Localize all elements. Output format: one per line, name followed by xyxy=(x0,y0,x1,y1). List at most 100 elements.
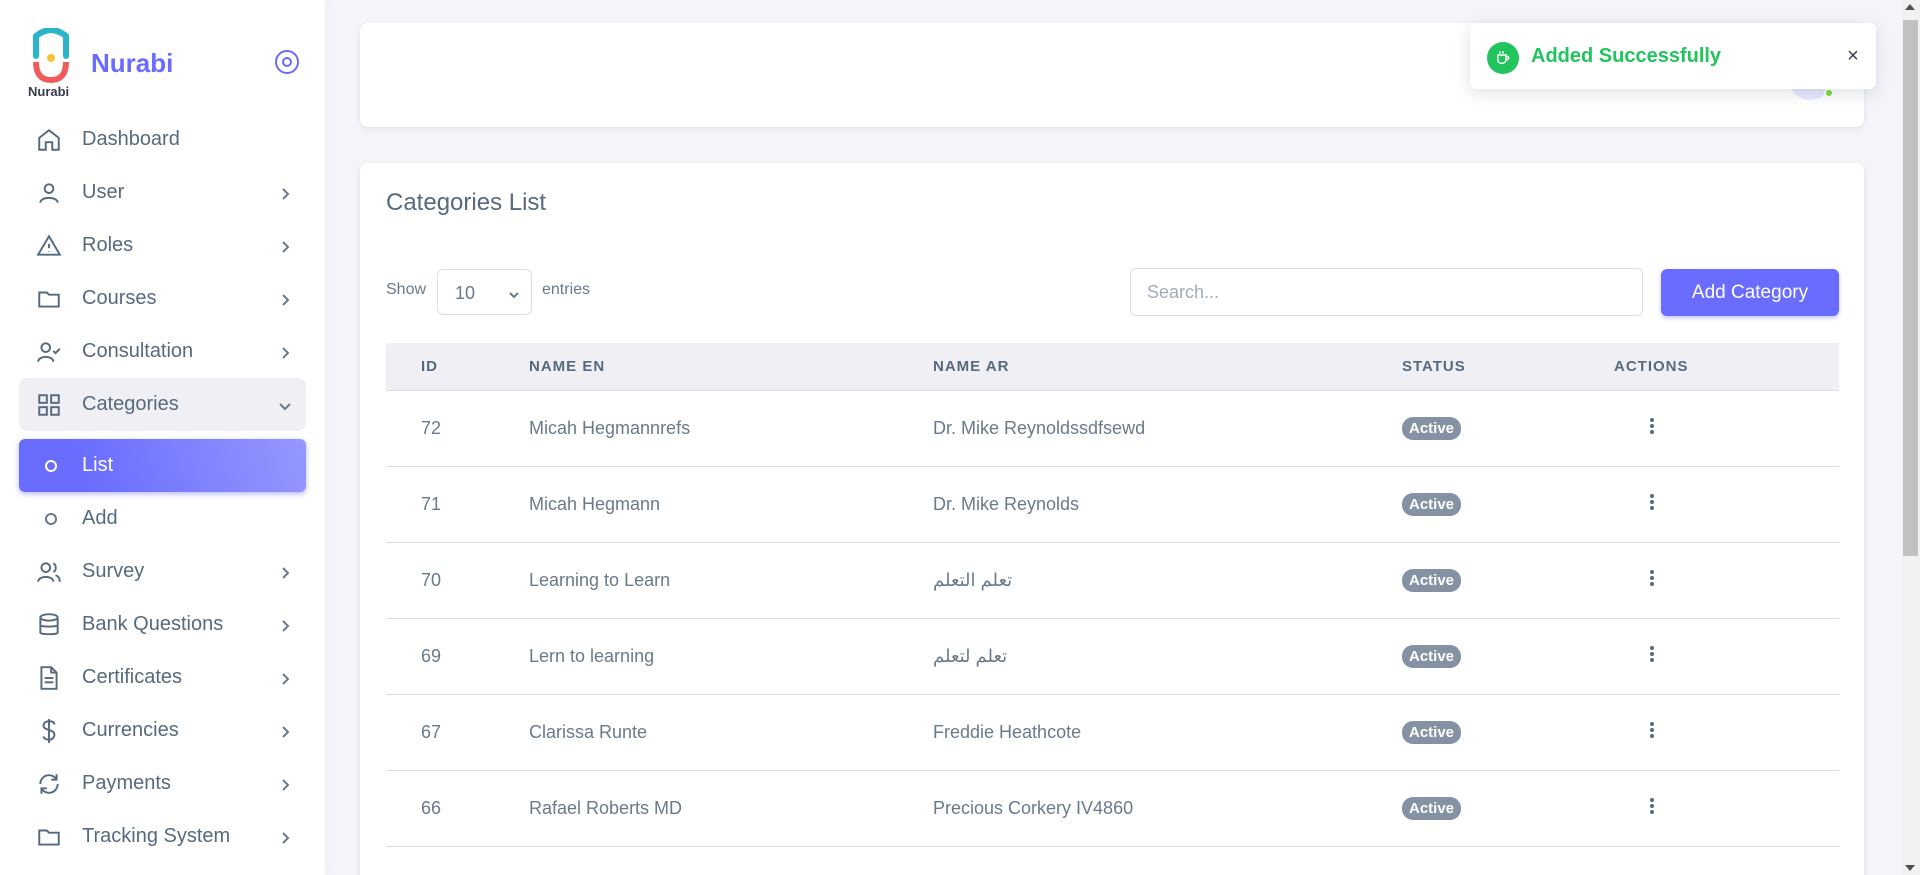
close-icon[interactable]: × xyxy=(1844,46,1862,66)
more-vertical-icon[interactable] xyxy=(1649,720,1655,740)
database-icon xyxy=(36,612,62,638)
sidebar-item-certificates[interactable]: Certificates xyxy=(19,651,306,704)
sidebar-item-label: Bank Questions xyxy=(82,613,224,635)
sidebar-item-roles[interactable]: Roles xyxy=(19,219,306,272)
column-header-name-en: NAME EN xyxy=(529,358,606,375)
logo-caption: Nurabi xyxy=(28,84,70,99)
column-header-id: ID xyxy=(421,358,438,375)
chevron-right-icon xyxy=(277,829,293,845)
home-icon xyxy=(36,127,62,153)
cell-name-en: Lern to learning xyxy=(529,646,655,666)
cell-name-en: Micah Hegmann xyxy=(529,494,661,514)
user-icon xyxy=(36,180,62,206)
column-header-actions: ACTIONS xyxy=(1614,358,1689,375)
chevron-right-icon xyxy=(277,670,293,686)
cell-name-ar: Dr. Mike Reynoldssdfsewd xyxy=(933,418,1146,438)
more-vertical-icon[interactable] xyxy=(1649,644,1655,664)
status-badge: Active xyxy=(1402,569,1462,592)
file-text-icon xyxy=(36,665,62,691)
scroll-up-arrow-icon[interactable] xyxy=(1905,4,1915,10)
refresh-icon xyxy=(36,771,62,797)
cell-id: 72 xyxy=(421,418,442,438)
users-icon xyxy=(36,559,62,585)
cell-id: 69 xyxy=(421,646,442,666)
chevron-right-icon xyxy=(277,564,293,580)
chevron-right-icon xyxy=(277,776,293,792)
sidebar-menu: Dashboard User Roles Courses Consultatio… xyxy=(19,113,306,863)
scroll-down-arrow-icon[interactable] xyxy=(1905,865,1915,871)
sidebar-item-label: Roles xyxy=(82,234,134,256)
status-badge: Active xyxy=(1402,797,1462,820)
sidebar-item-currencies[interactable]: Currencies xyxy=(19,704,306,757)
brand[interactable]: Nurabi Nurabi xyxy=(28,28,308,100)
sidebar-item-label: Certificates xyxy=(82,666,183,688)
circle-icon xyxy=(45,512,57,525)
dollar-icon xyxy=(36,718,62,744)
more-vertical-icon[interactable] xyxy=(1649,796,1655,816)
chevron-right-icon xyxy=(277,617,293,633)
sidebar-item-user[interactable]: User xyxy=(19,166,306,219)
add-category-button[interactable]: Add Category xyxy=(1661,269,1839,316)
categories-table: ID NAME EN NAME AR STATUS ACTIONS 72 Mic… xyxy=(386,343,1839,847)
table-row: 70 Learning to Learn تعلم التعلم Active xyxy=(386,543,1839,619)
page-scrollbar[interactable] xyxy=(1901,0,1920,875)
sidebar-item-consultation[interactable]: Consultation xyxy=(19,325,306,378)
cell-name-en: Clarissa Runte xyxy=(529,722,648,742)
user-check-icon xyxy=(36,339,62,365)
status-badge: Active xyxy=(1402,417,1462,440)
folder-icon xyxy=(36,286,62,312)
sidebar-item-label: Payments xyxy=(82,772,171,794)
cell-name-ar: Precious Corkery IV4860 xyxy=(933,798,1134,818)
chevron-right-icon xyxy=(277,291,293,307)
cell-name-ar: Dr. Mike Reynolds xyxy=(933,494,1080,514)
table-row: 67 Clarissa Runte Freddie Heathcote Acti… xyxy=(386,695,1839,771)
entries-label: entries xyxy=(542,281,591,298)
column-header-status: STATUS xyxy=(1402,358,1466,375)
sidebar-item-tracking-system[interactable]: Tracking System xyxy=(19,810,306,863)
coffee-icon xyxy=(1487,42,1519,74)
sidebar-item-categories[interactable]: Categories xyxy=(19,378,306,431)
sidebar-item-label: User xyxy=(82,181,125,203)
chevron-down-icon xyxy=(507,286,521,300)
chevron-right-icon xyxy=(277,723,293,739)
cell-name-en: Micah Hegmannrefs xyxy=(529,418,691,438)
sidebar-item-courses[interactable]: Courses xyxy=(19,272,306,325)
scrollbar-thumb[interactable] xyxy=(1903,20,1918,556)
more-vertical-icon[interactable] xyxy=(1649,492,1655,512)
sidebar-item-survey[interactable]: Survey xyxy=(19,545,306,598)
more-vertical-icon[interactable] xyxy=(1649,416,1655,436)
status-badge: Active xyxy=(1402,721,1462,744)
status-badge: Active xyxy=(1402,493,1462,516)
cell-name-ar: تعلم التعلم xyxy=(933,570,1013,590)
sidebar-item-payments[interactable]: Payments xyxy=(19,757,306,810)
sidebar-toggle-icon[interactable] xyxy=(275,50,299,74)
cell-id: 67 xyxy=(421,722,442,742)
chevron-right-icon xyxy=(277,185,293,201)
sidebar-item-label: Survey xyxy=(82,560,145,582)
sidebar-subitem-add[interactable]: Add xyxy=(19,492,306,545)
sidebar-item-label: Consultation xyxy=(82,340,194,362)
table-row: 66 Rafael Roberts MD Precious Corkery IV… xyxy=(386,771,1839,847)
table-row: 72 Micah Hegmannrefs Dr. Mike Reynoldssd… xyxy=(386,391,1839,467)
sidebar-item-label: Courses xyxy=(82,287,157,309)
cell-id: 71 xyxy=(421,494,442,514)
sidebar-item-label: Currencies xyxy=(82,719,179,741)
sidebar-item-label: Categories xyxy=(82,393,179,415)
brand-name[interactable]: Nurabi xyxy=(91,48,173,79)
chevron-down-icon xyxy=(277,397,293,413)
entries-select[interactable]: 10 xyxy=(437,269,532,315)
search-input[interactable] xyxy=(1130,268,1643,316)
success-toast: Added Successfully × xyxy=(1470,23,1876,89)
online-status-icon xyxy=(1824,88,1834,98)
sidebar-item-dashboard[interactable]: Dashboard xyxy=(19,113,306,166)
cell-name-ar: Freddie Heathcote xyxy=(933,722,1082,742)
sidebar-subitem-list[interactable]: List xyxy=(19,439,306,492)
cell-id: 70 xyxy=(421,570,442,590)
entries-value: 10 xyxy=(455,283,476,303)
sidebar-item-bank-questions[interactable]: Bank Questions xyxy=(19,598,306,651)
sidebar: Nurabi Nurabi Dashboard User Roles Cours… xyxy=(0,0,325,875)
sidebar-item-label: Tracking System xyxy=(82,825,231,847)
show-label: Show xyxy=(386,281,427,298)
more-vertical-icon[interactable] xyxy=(1649,568,1655,588)
sidebar-item-label: Dashboard xyxy=(82,128,180,150)
